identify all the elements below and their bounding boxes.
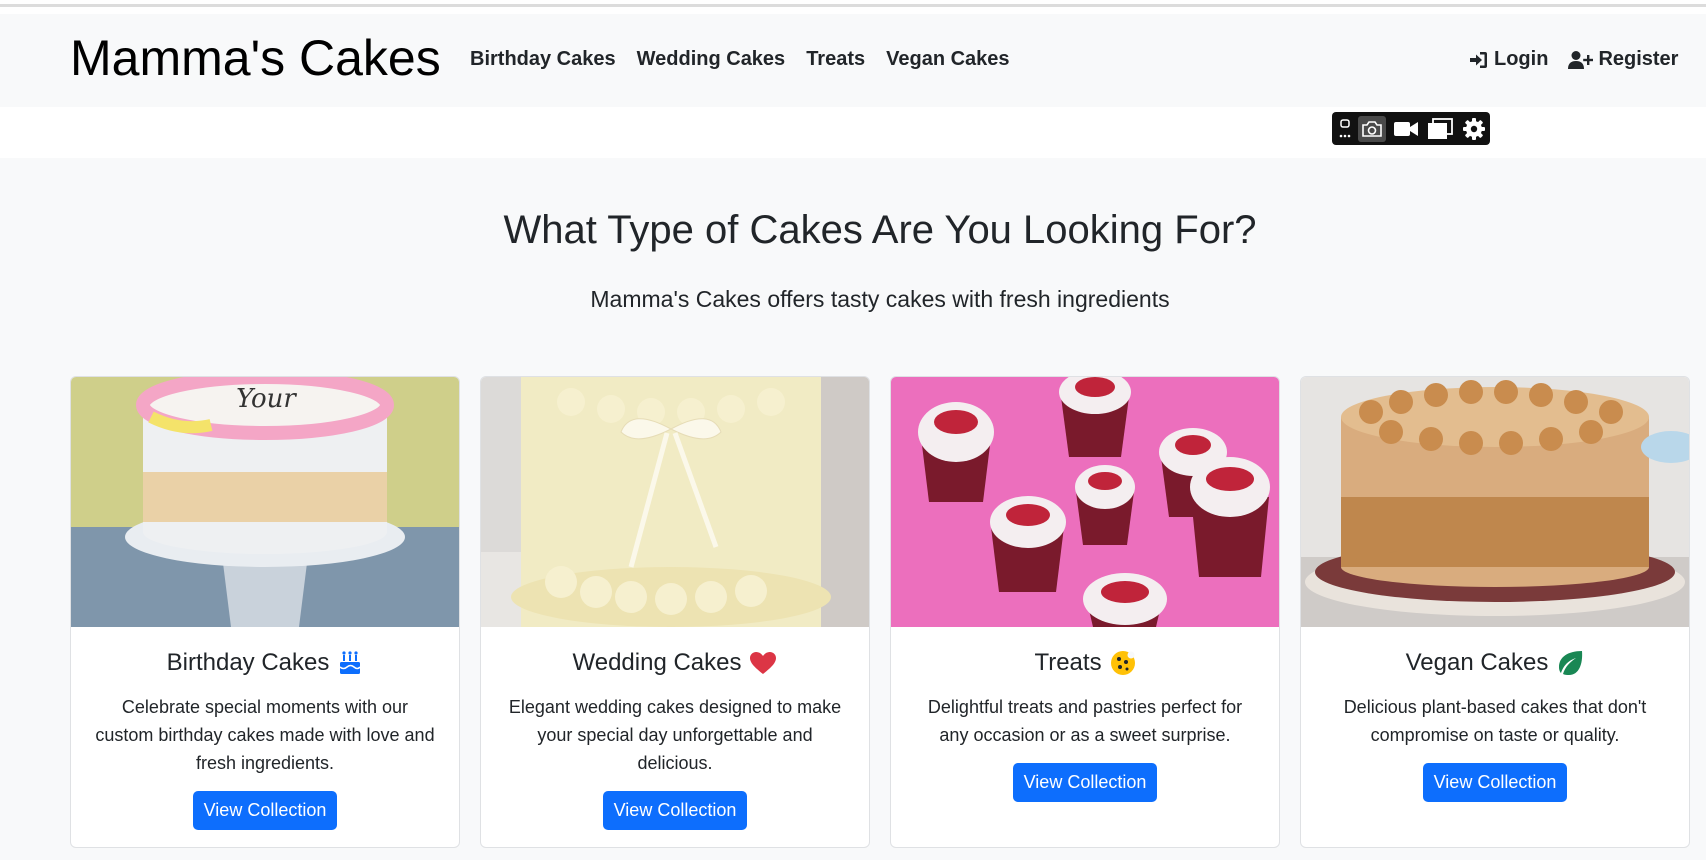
- nav-link-vegan-cakes[interactable]: Vegan Cakes: [886, 48, 1009, 71]
- card-description: Delicious plant-based cakes that don't c…: [1343, 697, 1647, 745]
- link-dots-icon: [1339, 118, 1351, 137]
- brand-logo[interactable]: Mamma's Cakes: [70, 31, 441, 86]
- register-label: Register: [1598, 48, 1679, 70]
- windows-icon: [1428, 117, 1453, 139]
- settings-button[interactable]: [1460, 116, 1488, 142]
- browser-top-border: [0, 4, 1706, 7]
- svg-text:Your: Your: [236, 384, 297, 414]
- card-vegan-cakes: Vegan Cakes Delicious plant-based cakes …: [1300, 376, 1690, 848]
- record-video-button[interactable]: [1392, 116, 1420, 142]
- sign-in-icon: [1470, 51, 1487, 68]
- card-treats: Treats Delightful treats and pastries pe…: [890, 376, 1280, 848]
- cookie-icon: [1110, 651, 1135, 675]
- wedding-cake-image: [481, 377, 869, 627]
- nav-link-treats[interactable]: Treats: [806, 48, 865, 71]
- auth-links: Login Register: [1468, 48, 1678, 71]
- birthday-cake-icon: [339, 651, 361, 674]
- view-collection-button[interactable]: View Collection: [602, 791, 748, 830]
- view-collection-button[interactable]: View Collection: [192, 791, 338, 830]
- card-title-row: Birthday Cakes: [71, 649, 459, 677]
- card-description: Elegant wedding cakes designed to make y…: [508, 697, 842, 773]
- card-title: Wedding Cakes: [572, 649, 742, 676]
- view-collection-button[interactable]: View Collection: [1012, 763, 1158, 802]
- screen-capture-toolbar: [1332, 112, 1490, 145]
- login-link[interactable]: Login: [1468, 48, 1548, 71]
- leaf-icon: [1559, 651, 1583, 675]
- user-plus-icon: [1568, 50, 1594, 69]
- capture-options-button[interactable]: [1338, 116, 1352, 142]
- card-description: Celebrate special moments with our custo…: [95, 697, 435, 773]
- register-link[interactable]: Register: [1568, 48, 1678, 71]
- heart-icon: [750, 652, 777, 674]
- card-birthday-cakes: Your Birthday Cakes Celebrate special mo…: [70, 376, 460, 848]
- screenshot-button[interactable]: [1358, 115, 1386, 142]
- window-capture-button[interactable]: [1426, 116, 1454, 142]
- page-subtitle: Mamma's Cakes offers tasty cakes with fr…: [590, 286, 1170, 312]
- card-title: Vegan Cakes: [1405, 649, 1549, 676]
- nav-link-wedding-cakes[interactable]: Wedding Cakes: [637, 48, 786, 71]
- cupcakes-image: [891, 377, 1279, 627]
- main-content: What Type of Cakes Are You Looking For? …: [0, 158, 1706, 860]
- login-label: Login: [1494, 48, 1549, 70]
- card-title: Birthday Cakes: [166, 649, 330, 676]
- video-camera-icon: [1394, 121, 1418, 136]
- nav-link-birthday-cakes[interactable]: Birthday Cakes: [470, 48, 616, 71]
- page-title: What Type of Cakes Are You Looking For?: [503, 208, 1257, 252]
- vegan-cake-image: [1301, 377, 1689, 627]
- card-description: Delightful treats and pastries perfect f…: [927, 697, 1243, 745]
- card-title-row: Wedding Cakes: [481, 649, 869, 677]
- card-title-row: Vegan Cakes: [1301, 649, 1689, 677]
- nav-links: Birthday Cakes Wedding Cakes Treats Vega…: [470, 48, 1010, 71]
- gear-icon: [1463, 117, 1485, 140]
- camera-icon: [1362, 120, 1382, 137]
- card-title: Treats: [1034, 649, 1102, 676]
- card-wedding-cakes: Wedding Cakes Elegant wedding cakes desi…: [480, 376, 870, 848]
- card-title-row: Treats: [891, 649, 1279, 677]
- birthday-cake-image: Your: [71, 377, 459, 627]
- view-collection-button[interactable]: View Collection: [1422, 763, 1568, 802]
- navbar: Mamma's Cakes Birthday Cakes Wedding Cak…: [0, 14, 1706, 107]
